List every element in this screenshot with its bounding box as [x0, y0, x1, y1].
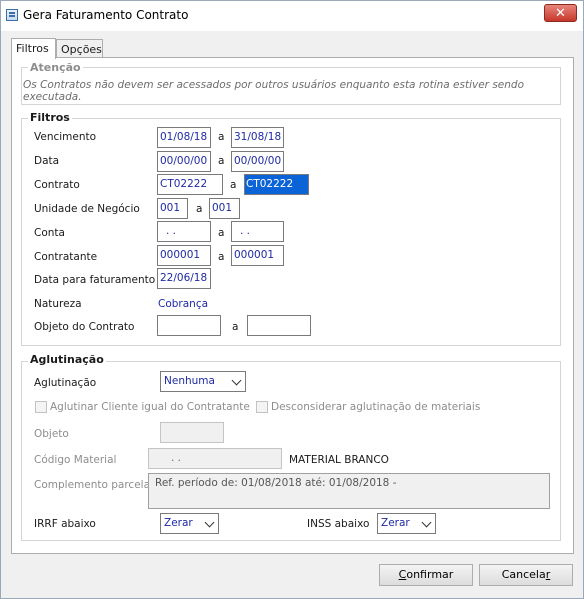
- desconsiderar-materiais-label: Desconsiderar aglutinação de materiais: [271, 401, 481, 413]
- cancel-button[interactable]: Cancelar: [479, 564, 573, 586]
- conta-label: Conta: [34, 227, 65, 239]
- vencimento-label: Vencimento: [34, 131, 97, 143]
- objeto-field[interactable]: [160, 422, 224, 443]
- attention-message: Os Contratos não devem ser acessados por…: [23, 79, 525, 103]
- data-to-field[interactable]: 00/00/00: [231, 151, 284, 172]
- desconsiderar-materiais-checkbox[interactable]: [256, 401, 268, 413]
- aglutinar-cliente-label: Aglutinar Cliente igual do Contratante: [50, 401, 250, 413]
- tab-opcoes[interactable]: Opções: [56, 39, 103, 59]
- attention-legend: Atenção: [28, 61, 83, 74]
- close-button[interactable]: ✕: [544, 4, 577, 22]
- app-window-icon: [6, 9, 18, 21]
- codigo-material-field[interactable]: . .: [148, 448, 282, 469]
- objeto-separator: a: [232, 321, 239, 333]
- objeto-from-field[interactable]: [157, 315, 221, 336]
- data-faturamento-label: Data para faturamento: [34, 274, 156, 286]
- aglutinacao-label: Aglutinação: [34, 377, 97, 389]
- vencimento-separator: a: [218, 131, 225, 143]
- contratante-to-field[interactable]: 000001: [231, 245, 284, 266]
- title-bar: Gera Faturamento Contrato ✕: [1, 1, 583, 31]
- inss-select-value: Zerar: [381, 517, 410, 529]
- data-separator: a: [218, 155, 225, 167]
- natureza-value: Cobrança: [158, 298, 209, 310]
- codigo-material-description: MATERIAL BRANCO: [289, 454, 389, 466]
- codigo-material-label: Código Material: [34, 454, 117, 466]
- aglutinacao-group: [21, 361, 561, 541]
- irrf-select-value: Zerar: [164, 517, 193, 529]
- unidade-label: Unidade de Negócio: [34, 203, 140, 215]
- complemento-parcela-label: Complemento parcela 1: [34, 479, 161, 491]
- dialog-window: Gera Faturamento Contrato ✕ Filtros Opçõ…: [0, 0, 584, 599]
- contrato-from-field[interactable]: CT02222: [157, 174, 223, 195]
- chevron-down-icon: [421, 517, 432, 528]
- unidade-from-field[interactable]: 001: [157, 198, 188, 219]
- contratante-separator: a: [218, 251, 225, 263]
- irrf-label: IRRF abaixo: [34, 518, 96, 530]
- tab-filtros[interactable]: Filtros: [11, 38, 56, 59]
- objeto-label: Objeto: [34, 428, 69, 440]
- conta-from-field[interactable]: . .: [157, 221, 211, 242]
- inss-select[interactable]: Zerar: [377, 513, 436, 534]
- unidade-separator: a: [196, 203, 203, 215]
- contrato-separator: a: [230, 179, 237, 191]
- filters-group: [21, 118, 561, 346]
- aglutinacao-legend: Aglutinação: [28, 353, 106, 366]
- contrato-label: Contrato: [34, 179, 80, 191]
- data-from-field[interactable]: 00/00/00: [157, 151, 211, 172]
- confirm-button[interactable]: Confirmar: [379, 564, 473, 586]
- vencimento-from-field[interactable]: 01/08/18: [157, 127, 211, 148]
- unidade-to-field[interactable]: 001: [209, 198, 240, 219]
- objeto-to-field[interactable]: [247, 315, 311, 336]
- contratante-from-field[interactable]: 000001: [157, 245, 211, 266]
- vencimento-to-field[interactable]: 31/08/18: [231, 127, 284, 148]
- data-label: Data: [34, 155, 60, 167]
- cancel-label: Cancela: [501, 568, 546, 581]
- objeto-contrato-label: Objeto do Contrato: [34, 321, 135, 333]
- irrf-select[interactable]: Zerar: [160, 513, 219, 534]
- window-title: Gera Faturamento Contrato: [23, 8, 189, 22]
- natureza-label: Natureza: [34, 298, 82, 310]
- chevron-down-icon: [204, 517, 215, 528]
- complemento-parcela-field[interactable]: Ref. período de: 01/08/2018 até: 01/08/2…: [148, 473, 550, 509]
- contrato-to-field[interactable]: CT02222: [244, 174, 309, 195]
- inss-label: INSS abaixo: [307, 518, 370, 530]
- conta-separator: a: [218, 227, 225, 239]
- conta-to-field[interactable]: . .: [231, 221, 284, 242]
- cancel-accelerator: r: [545, 568, 551, 581]
- chevron-down-icon: [231, 375, 242, 386]
- data-faturamento-field[interactable]: 22/06/18: [157, 268, 211, 289]
- contratante-label: Contratante: [34, 251, 98, 263]
- aglutinar-cliente-checkbox[interactable]: [35, 401, 47, 413]
- confirm-label: onfirmar: [406, 568, 454, 581]
- aglutinacao-select-value: Nenhuma: [164, 375, 215, 387]
- aglutinacao-select[interactable]: Nenhuma: [160, 371, 246, 392]
- filters-legend: Filtros: [28, 111, 72, 124]
